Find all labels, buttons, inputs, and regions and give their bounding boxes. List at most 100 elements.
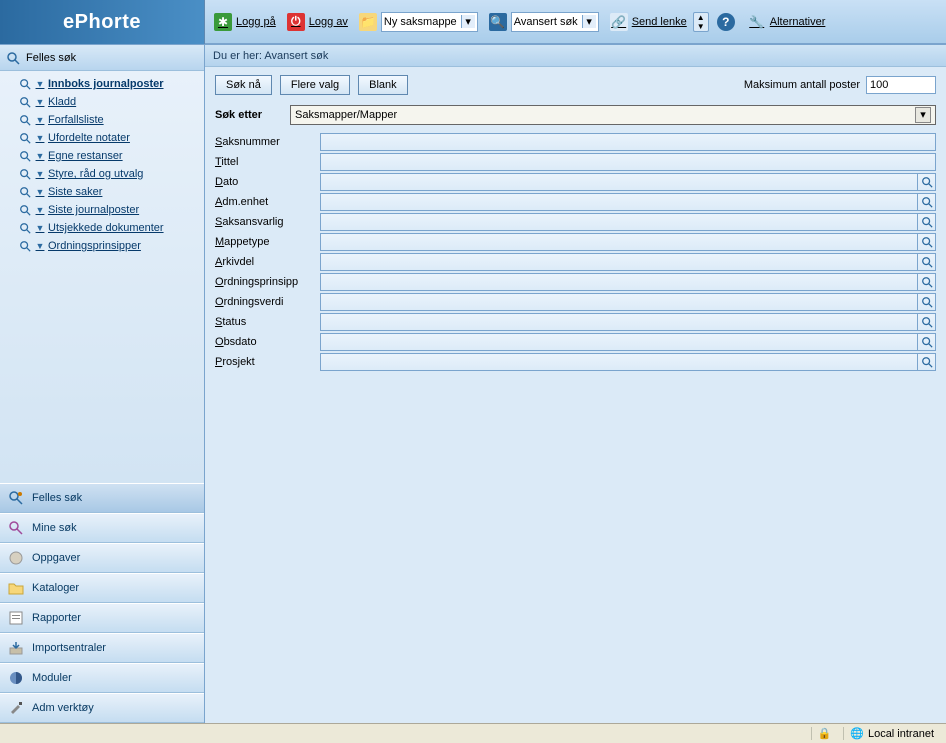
lookup-icon[interactable]	[917, 194, 935, 210]
field-input[interactable]	[321, 134, 935, 150]
breadcrumb: Du er her: Avansert søk	[205, 45, 946, 67]
main-toolbar: ✱ Logg på ⏻ Logg av 📁 Ny saksmappe ▾ 🔍 A…	[205, 0, 946, 44]
logon-button[interactable]: ✱ Logg på	[209, 10, 281, 34]
help-button[interactable]: ?	[717, 13, 735, 31]
field-input[interactable]	[321, 354, 917, 370]
sidebar-header-label: Felles søk	[26, 52, 76, 64]
tree-item[interactable]: ▼Siste journalposter	[6, 201, 204, 219]
lookup-icon[interactable]	[917, 314, 935, 330]
logoff-button[interactable]: ⏻ Logg av	[282, 10, 353, 34]
tree-item-label: Siste journalposter	[48, 204, 139, 216]
sidebar-nav-label: Importsentraler	[32, 642, 106, 654]
tree-item-label: Ufordelte notater	[48, 132, 130, 144]
form-row: Status	[215, 313, 936, 331]
tree-item[interactable]: ▼Ordningsprinsipper	[6, 237, 204, 255]
chevron-down-icon: ▼	[35, 187, 45, 197]
chevron-down-icon: ▼	[35, 97, 45, 107]
search-now-button[interactable]: Søk nå	[215, 75, 272, 95]
sidebar-nav-item[interactable]: Importsentraler	[0, 633, 204, 663]
field-label: Prosjekt	[215, 356, 320, 368]
form-row: Dato	[215, 173, 936, 191]
magnifier-icon	[18, 203, 32, 217]
search-form: SaksnummerTittelDatoAdm.enhetSaksansvarl…	[205, 127, 946, 377]
field-input[interactable]	[321, 294, 917, 310]
field-input[interactable]	[321, 334, 917, 350]
updown-button[interactable]: ▲ ▼	[693, 12, 709, 32]
field-input[interactable]	[321, 174, 917, 190]
sidebar-nav-label: Kataloger	[32, 582, 79, 594]
folder-icon	[8, 580, 24, 596]
dropdown-icon: ▾	[582, 15, 596, 28]
sidebar-nav-item[interactable]: Moduler	[0, 663, 204, 693]
sidebar-nav-item[interactable]: Felles søk	[0, 483, 204, 513]
more-options-button[interactable]: Flere valg	[280, 75, 350, 95]
field-input-wrap	[320, 193, 936, 211]
adv-search-button[interactable]: 🔍 Avansert søk ▾	[484, 9, 604, 35]
field-input[interactable]	[321, 214, 917, 230]
field-label: Obsdato	[215, 336, 320, 348]
tree-item[interactable]: ▼Siste saker	[6, 183, 204, 201]
tree-item[interactable]: ▼Forfallsliste	[6, 111, 204, 129]
field-input[interactable]	[321, 154, 935, 170]
lookup-icon[interactable]	[917, 174, 935, 190]
sidebar-nav-label: Felles søk	[32, 492, 82, 504]
tree-item-label: Siste saker	[48, 186, 102, 198]
send-link-label: Send lenke	[632, 16, 687, 28]
search-for-value: Saksmapper/Mapper	[295, 109, 397, 121]
sidebar-nav-item[interactable]: Oppgaver	[0, 543, 204, 573]
max-posts-input[interactable]	[866, 76, 936, 94]
alternatives-label: Alternativer	[770, 16, 826, 28]
field-label: Ordningsverdi	[215, 296, 320, 308]
tree-item[interactable]: ▼Innboks journalposter	[6, 75, 204, 93]
lookup-icon[interactable]	[917, 274, 935, 290]
search-for-label: Søk etter	[215, 109, 280, 121]
security-zone: 🔒	[811, 727, 838, 740]
lookup-icon[interactable]	[917, 214, 935, 230]
search-for-select[interactable]: Saksmapper/Mapper ▾	[290, 105, 936, 125]
field-input-wrap	[320, 293, 936, 311]
field-label: Mappetype	[215, 236, 320, 248]
form-row: Adm.enhet	[215, 193, 936, 211]
sidebar-nav-label: Moduler	[32, 672, 72, 684]
tree-item[interactable]: ▼Utsjekkede dokumenter	[6, 219, 204, 237]
magnifier-icon	[18, 95, 32, 109]
lookup-icon[interactable]	[917, 334, 935, 350]
new-case-select[interactable]: Ny saksmappe ▾	[381, 12, 478, 32]
field-input[interactable]	[321, 194, 917, 210]
lookup-icon[interactable]	[917, 254, 935, 270]
tree-item[interactable]: ▼Kladd	[6, 93, 204, 111]
adv-search-select[interactable]: Avansert søk ▾	[511, 12, 599, 32]
globe-icon: 🌐	[850, 727, 864, 740]
import-icon	[8, 640, 24, 656]
form-row: Arkivdel	[215, 253, 936, 271]
lookup-icon[interactable]	[917, 234, 935, 250]
sidebar-nav-item[interactable]: Kataloger	[0, 573, 204, 603]
field-input[interactable]	[321, 254, 917, 270]
magnifier-icon	[18, 221, 32, 235]
send-link-button[interactable]: 🔗 Send lenke	[605, 10, 692, 34]
alternatives-button[interactable]: 🔧 Alternativer	[743, 10, 831, 34]
blank-button[interactable]: Blank	[358, 75, 408, 95]
field-input[interactable]	[321, 234, 917, 250]
tree-item-label: Innboks journalposter	[48, 78, 164, 90]
sidebar-nav-item[interactable]: Mine søk	[0, 513, 204, 543]
field-input[interactable]	[321, 314, 917, 330]
sidebar-nav-item[interactable]: Rapporter	[0, 603, 204, 633]
tree-item[interactable]: ▼Styre, råd og utvalg	[6, 165, 204, 183]
magnifier-icon	[18, 113, 32, 127]
sidebar-nav-item[interactable]: Adm verktøy	[0, 693, 204, 723]
magnifier-icon	[18, 77, 32, 91]
zone-label-seg: 🌐 Local intranet	[843, 727, 940, 740]
lookup-icon[interactable]	[917, 294, 935, 310]
new-case-button[interactable]: 📁 Ny saksmappe ▾	[354, 9, 483, 35]
tree-item[interactable]: ▼Egne restanser	[6, 147, 204, 165]
shared-search-icon	[8, 490, 24, 506]
admin-icon	[8, 700, 24, 716]
form-row: Obsdato	[215, 333, 936, 351]
magnifier-icon	[18, 131, 32, 145]
tasks-icon	[8, 550, 24, 566]
field-input[interactable]	[321, 274, 917, 290]
tree-item[interactable]: ▼Ufordelte notater	[6, 129, 204, 147]
form-row: Prosjekt	[215, 353, 936, 371]
lookup-icon[interactable]	[917, 354, 935, 370]
